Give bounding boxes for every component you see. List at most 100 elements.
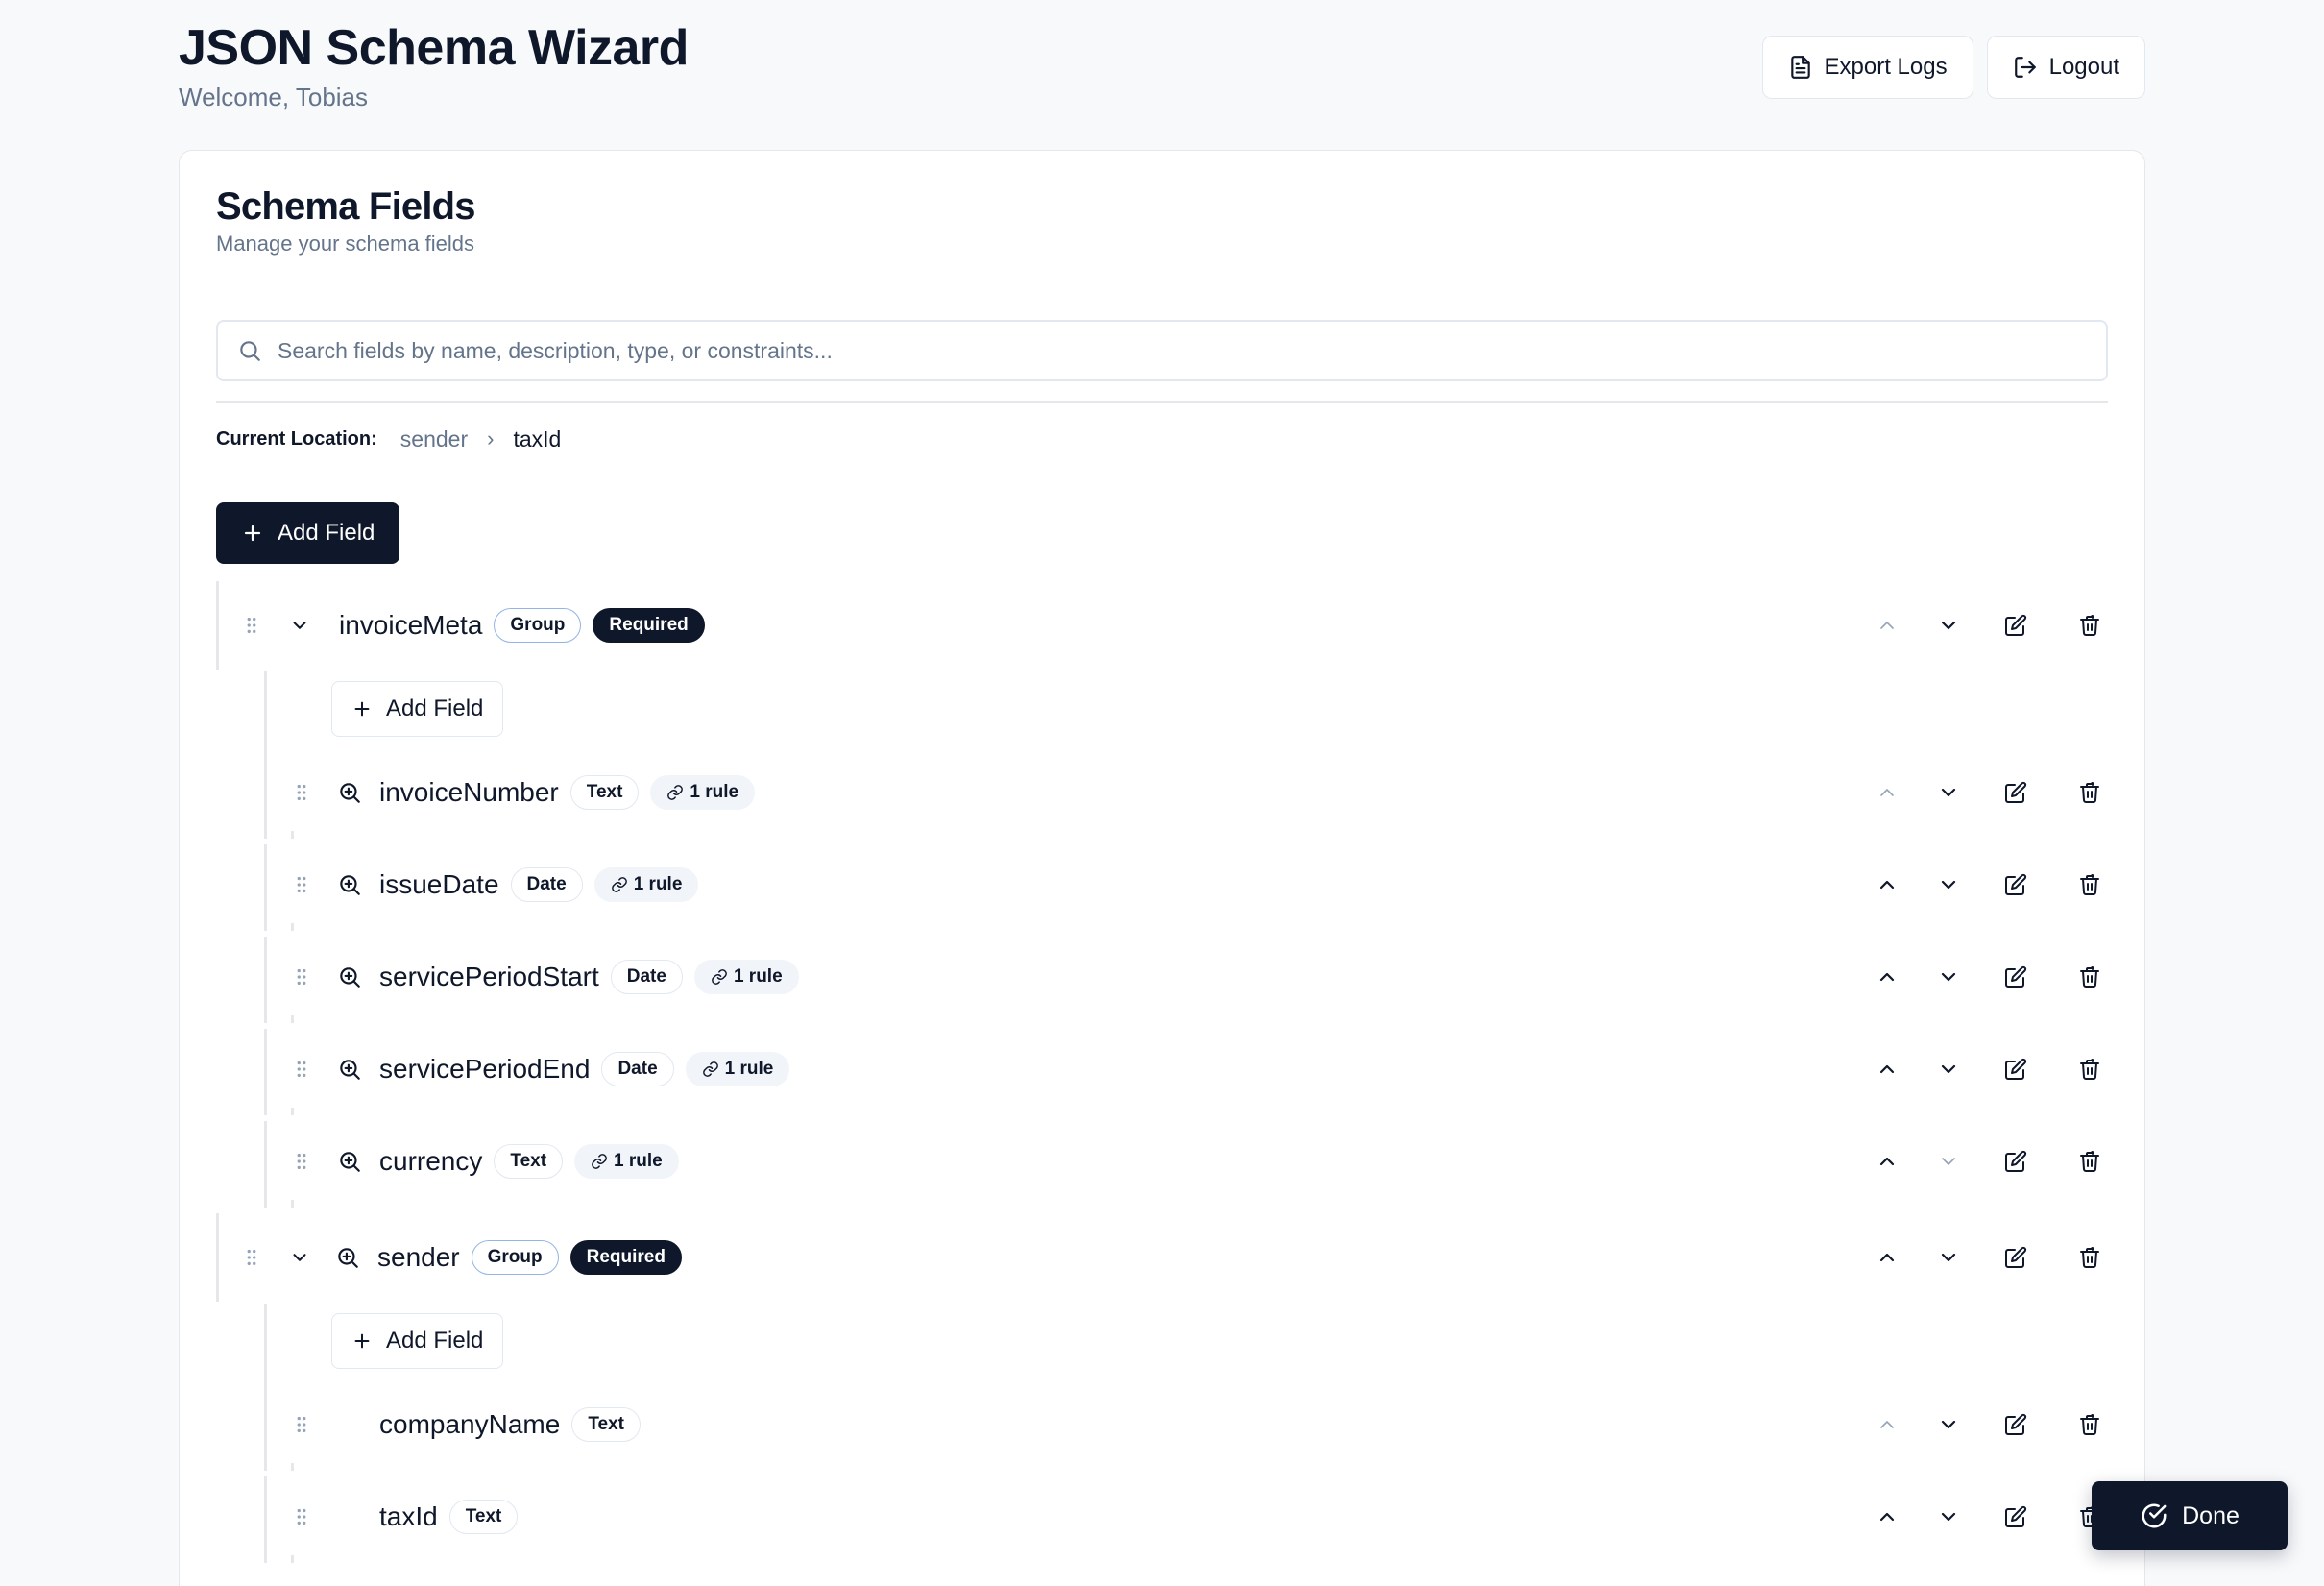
up-button[interactable] [1876,1058,1899,1081]
field-row[interactable]: servicePeriodStart Date 1 rule [291,946,2146,1008]
move-down-icon[interactable] [1937,1505,1960,1528]
move-up-icon[interactable] [1876,1246,1899,1269]
edit-icon[interactable] [2004,1413,2027,1436]
move-up-icon[interactable] [1876,1058,1899,1081]
edit-icon[interactable] [2004,1505,2027,1528]
file-text-icon [1790,56,1810,79]
edit-button[interactable] [2004,614,2027,637]
chevron-right-icon: › [487,427,495,451]
up-button[interactable] [1876,1413,1899,1436]
add-child-field-button[interactable]: Add Field [331,1313,504,1369]
card-header: Schema Fields Manage your schema fields … [180,151,2144,476]
search-input[interactable] [278,337,2106,364]
down-button[interactable] [1937,873,1960,896]
trash-icon[interactable] [2078,873,2101,896]
row-actions [241,1227,2146,1288]
up-button[interactable] [1876,1246,1899,1269]
row-actions [291,1394,2146,1455]
up-button[interactable] [1876,1150,1899,1173]
edit-button[interactable] [2004,1413,2027,1436]
edit-button[interactable] [2004,873,2027,896]
row-actions [291,854,2146,915]
down-button[interactable] [1937,1150,1960,1173]
move-up-icon[interactable] [1876,1505,1899,1528]
down-button[interactable] [1937,1413,1960,1436]
trash-button[interactable] [2078,965,2101,988]
move-down-icon[interactable] [1937,1150,1960,1173]
edit-icon[interactable] [2004,1150,2027,1173]
up-button[interactable] [1876,873,1899,896]
down-button[interactable] [1937,1505,1960,1528]
down-button[interactable] [1937,965,1960,988]
field-row[interactable]: issueDate Date 1 rule [291,854,2146,915]
add-child-field-button[interactable]: Add Field [331,681,504,737]
trash-button[interactable] [2078,873,2101,896]
field-row[interactable]: companyName Text [291,1394,2146,1455]
edit-icon[interactable] [2004,965,2027,988]
trash-icon[interactable] [2078,965,2101,988]
edit-icon[interactable] [2004,1246,2027,1269]
field-row[interactable]: invoiceNumber Text 1 rule [291,762,2146,823]
field-row[interactable]: currency Text 1 rule [291,1131,2146,1192]
trash-button[interactable] [2078,1413,2101,1436]
up-button[interactable] [1876,1505,1899,1528]
move-down-icon[interactable] [1937,965,1960,988]
edit-button[interactable] [2004,1246,2027,1269]
move-up-icon[interactable] [1876,1413,1899,1436]
trash-icon[interactable] [2078,1058,2101,1081]
export-logs-button[interactable]: Export Logs [1761,36,1973,99]
down-button[interactable] [1937,1246,1960,1269]
down-button[interactable] [1937,781,1960,804]
move-down-icon[interactable] [1937,1413,1960,1436]
edit-icon[interactable] [2004,873,2027,896]
field-row[interactable]: servicePeriodEnd Date 1 rule [291,1038,2146,1100]
row-actions [291,762,2146,823]
up-button[interactable] [1876,781,1899,804]
trash-button[interactable] [2078,614,2101,637]
move-up-icon[interactable] [1876,965,1899,988]
edit-icon[interactable] [2004,781,2027,804]
move-down-icon[interactable] [1937,873,1960,896]
trash-icon[interactable] [2078,1246,2101,1269]
breadcrumb-item-sender[interactable]: sender [400,427,468,452]
card-subtitle: Manage your schema fields [216,232,475,256]
add-field-button[interactable]: Add Field [216,502,400,564]
trash-icon[interactable] [2078,614,2101,637]
tree-guide [264,671,267,762]
row-actions [291,1038,2146,1100]
field-row[interactable]: sender Group Required [241,1227,2146,1288]
trash-button[interactable] [2078,1058,2101,1081]
move-down-icon[interactable] [1937,1246,1960,1269]
move-up-icon[interactable] [1876,873,1899,896]
move-up-icon[interactable] [1876,614,1899,637]
row-actions [241,595,2146,656]
trash-icon[interactable] [2078,1150,2101,1173]
edit-button[interactable] [2004,1150,2027,1173]
trash-icon[interactable] [2078,781,2101,804]
move-down-icon[interactable] [1937,781,1960,804]
edit-button[interactable] [2004,781,2027,804]
move-down-icon[interactable] [1937,614,1960,637]
down-button[interactable] [1937,1058,1960,1081]
add-field-label: Add Field [386,1328,484,1354]
up-button[interactable] [1876,614,1899,637]
field-row[interactable]: taxId Text [291,1486,2146,1548]
move-up-icon[interactable] [1876,1150,1899,1173]
trash-button[interactable] [2078,1246,2101,1269]
tree-guide [264,1029,267,1115]
field-row[interactable]: invoiceMeta Group Required [241,595,2146,656]
up-button[interactable] [1876,965,1899,988]
trash-button[interactable] [2078,1150,2101,1173]
move-down-icon[interactable] [1937,1058,1960,1081]
move-up-icon[interactable] [1876,781,1899,804]
edit-icon[interactable] [2004,614,2027,637]
edit-button[interactable] [2004,1058,2027,1081]
logout-button[interactable]: Logout [1986,36,2145,99]
done-button[interactable]: Done [2092,1481,2288,1550]
trash-button[interactable] [2078,781,2101,804]
edit-button[interactable] [2004,1505,2027,1528]
edit-icon[interactable] [2004,1058,2027,1081]
down-button[interactable] [1937,614,1960,637]
edit-button[interactable] [2004,965,2027,988]
trash-icon[interactable] [2078,1413,2101,1436]
